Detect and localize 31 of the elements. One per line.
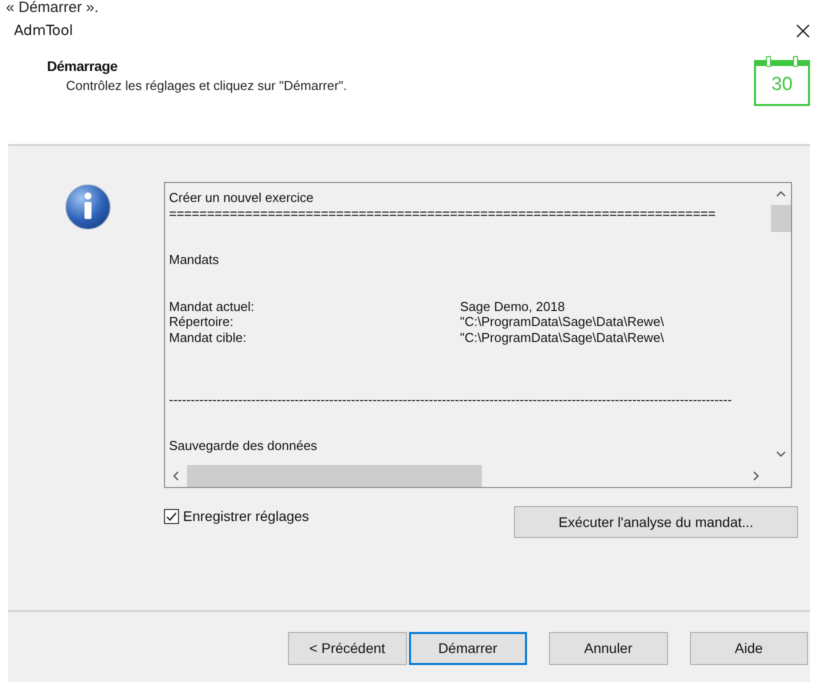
analysis-button[interactable]: Exécuter l'analyse du mandat...: [514, 506, 798, 538]
log-line: Créer un nouvel exercice: [169, 190, 315, 206]
log-label: Répertoire:: [169, 314, 234, 330]
log-textbox[interactable]: [164, 182, 792, 488]
close-icon[interactable]: [796, 24, 810, 38]
window-title: AdmTool: [14, 23, 74, 39]
wizard-button[interactable]: Aide: [690, 632, 808, 664]
log-rule: ========================================================================: [169, 206, 717, 221]
wizard-button[interactable]: Annuler: [549, 632, 668, 664]
log-rule: ----------------------------------------------------------------------------------------------------------------------------------: [169, 392, 733, 407]
step-subtitle: Contrôlez les réglages et cliquez sur "Démarrer".: [65, 77, 347, 93]
scroll-thumb[interactable]: [187, 465, 482, 487]
log-label: Mandat cible:: [169, 330, 248, 345]
save-settings-checkbox[interactable]: Enregistrer réglages: [164, 508, 310, 524]
log-value: "C:\ProgramData\Sage\Data\Rewe\: [460, 314, 664, 330]
scroll-up-icon[interactable]: [776, 191, 786, 197]
log-value: Sage Demo, 2018: [460, 298, 565, 314]
caption-text: « Démarrer ».: [5, 0, 100, 16]
scroll-right-icon[interactable]: [753, 471, 759, 481]
log-line: Mandats: [169, 252, 220, 268]
info-icon: [65, 184, 111, 230]
wizard-button[interactable]: < Précédent: [288, 632, 406, 664]
scroll-thumb[interactable]: [771, 205, 791, 232]
scroll-down-icon[interactable]: [776, 451, 786, 457]
step-title: Démarrage: [47, 58, 118, 74]
wizard-button[interactable]: Démarrer: [408, 632, 528, 664]
checkbox-icon[interactable]: [164, 508, 179, 524]
log-value: "C:\ProgramData\Sage\Data\Rewe\: [460, 330, 664, 345]
log-label: Mandat actuel:: [169, 298, 256, 314]
log-line: Sauvegarde des données: [169, 438, 318, 454]
scroll-left-icon[interactable]: [173, 471, 179, 481]
